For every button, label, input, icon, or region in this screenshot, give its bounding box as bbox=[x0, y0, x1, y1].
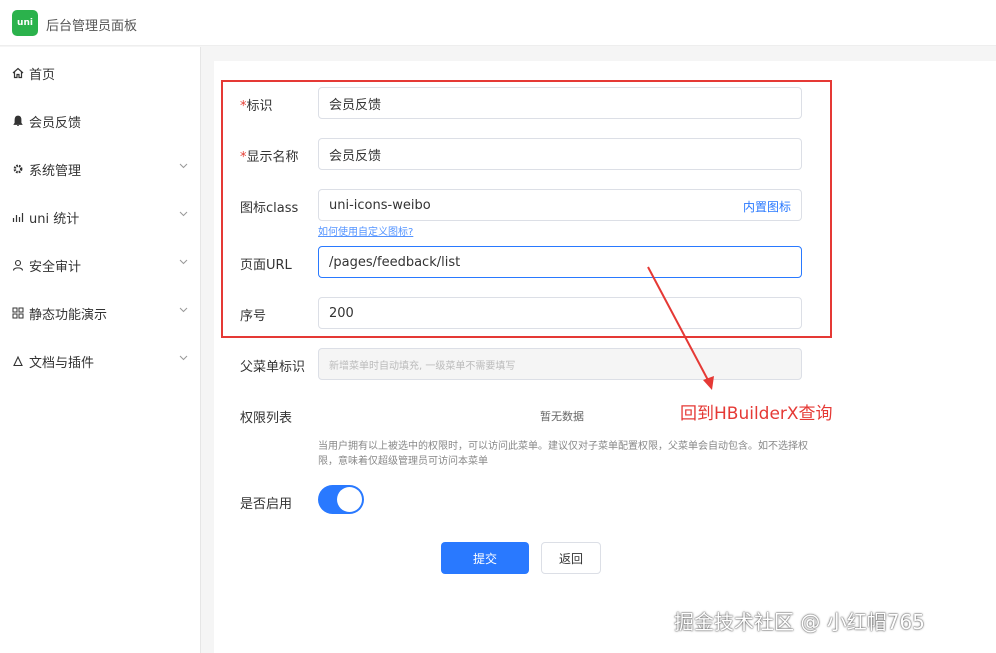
app-logo[interactable]: uni bbox=[12, 10, 38, 36]
enable-label: 是否启用 bbox=[240, 497, 293, 512]
chevron-down-icon bbox=[179, 163, 188, 169]
logo-text: uni bbox=[17, 18, 33, 28]
sidebar-item-docs[interactable]: 文档与插件 bbox=[0, 337, 200, 385]
parent-menu-field: 新增菜单时自动填充, 一级菜单不需要填写 bbox=[318, 348, 802, 380]
app-title: 后台管理员面板 bbox=[46, 19, 138, 34]
sidebar-item-label: 会员反馈 bbox=[29, 115, 82, 131]
sidebar-item-label: 首页 bbox=[29, 67, 56, 83]
submit-button[interactable]: 提交 bbox=[441, 542, 529, 574]
chart-icon bbox=[12, 210, 24, 224]
bell-icon bbox=[12, 114, 24, 128]
sidebar: 首页 会员反馈 系统管理 uni 统计 安全审计 静态功能演示 文档与插件 bbox=[0, 47, 201, 653]
doc-icon bbox=[12, 354, 24, 368]
gear-icon bbox=[12, 162, 24, 176]
back-button[interactable]: 返回 bbox=[541, 542, 601, 574]
chevron-down-icon bbox=[179, 259, 188, 265]
permission-hint: 当用户拥有以上被选中的权限时，可以访问此菜单。建议仅对子菜单配置权限，父菜单会自… bbox=[318, 441, 808, 467]
highlight-box bbox=[221, 80, 832, 338]
sidebar-item-system[interactable]: 系统管理 bbox=[0, 145, 200, 193]
permission-label: 权限列表 bbox=[240, 411, 293, 426]
annotation-text: 回到HBuilderX查询 bbox=[680, 404, 833, 424]
grid-icon bbox=[12, 306, 24, 320]
sidebar-item-label: 系统管理 bbox=[29, 163, 82, 179]
toggle-knob bbox=[337, 487, 362, 512]
sidebar-item-feedback[interactable]: 会员反馈 bbox=[0, 97, 200, 145]
watermark-text: 掘金技术社区 @ 小红帽765 bbox=[674, 610, 925, 634]
enable-toggle[interactable] bbox=[318, 485, 364, 514]
chevron-down-icon bbox=[179, 355, 188, 361]
sidebar-item-security[interactable]: 安全审计 bbox=[0, 241, 200, 289]
sidebar-item-uni-stats[interactable]: uni 统计 bbox=[0, 193, 200, 241]
home-icon bbox=[12, 66, 24, 80]
sidebar-item-static-demo[interactable]: 静态功能演示 bbox=[0, 289, 200, 337]
sidebar-item-label: 文档与插件 bbox=[29, 355, 95, 371]
sidebar-item-home[interactable]: 首页 bbox=[0, 49, 200, 97]
user-icon bbox=[12, 258, 24, 272]
sidebar-item-label: uni 统计 bbox=[29, 211, 80, 227]
parent-menu-label: 父菜单标识 bbox=[240, 360, 306, 375]
app-header: uni 后台管理员面板 bbox=[0, 0, 996, 46]
sidebar-item-label: 安全审计 bbox=[29, 259, 82, 275]
sidebar-item-label: 静态功能演示 bbox=[29, 307, 108, 323]
permission-empty-text: 暂无数据 bbox=[540, 410, 584, 423]
chevron-down-icon bbox=[179, 211, 188, 217]
chevron-down-icon bbox=[179, 307, 188, 313]
